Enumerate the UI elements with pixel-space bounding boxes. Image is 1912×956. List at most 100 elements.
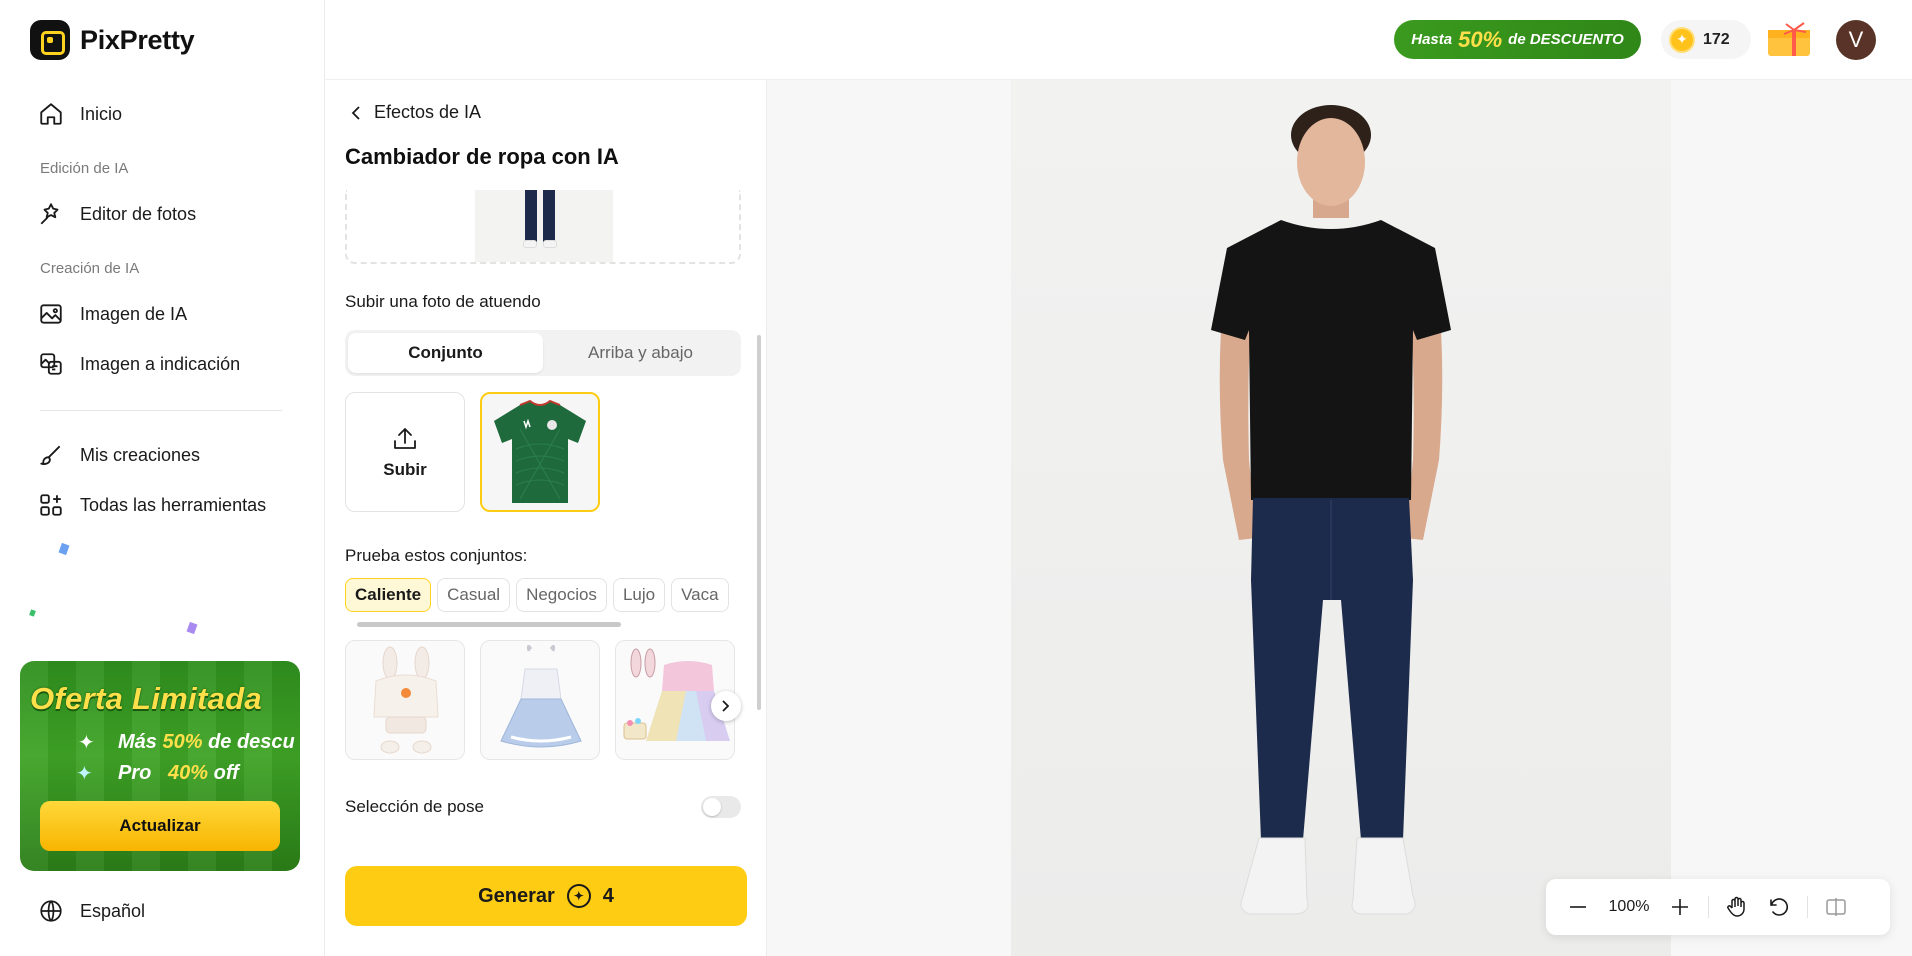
- zoom-toolbar: 100%: [1546, 879, 1890, 935]
- tool-panel: Efectos de IA Cambiador de ropa con IA S…: [325, 80, 767, 956]
- panel-scrollbar[interactable]: [757, 335, 761, 710]
- confetti-decoration: [29, 609, 36, 617]
- model-photo: [1011, 80, 1671, 956]
- image-sparkle-icon: [40, 304, 62, 324]
- compare-icon: [1826, 898, 1846, 916]
- chip-caliente[interactable]: Caliente: [345, 578, 432, 612]
- tab-arriba-y-abajo[interactable]: Arriba y abajo: [543, 333, 738, 373]
- generate-cost: 4: [602, 884, 614, 907]
- try-outfits-label: Prueba estos conjuntos:: [345, 546, 528, 565]
- tab-conjunto[interactable]: Conjunto: [348, 333, 543, 373]
- bunny-outfit-image: [373, 646, 439, 754]
- section-label-create: Creación de IA: [40, 260, 140, 277]
- chevron-left-icon: [351, 105, 360, 120]
- pose-label: Selección de pose: [345, 797, 484, 816]
- chip-negocios[interactable]: Negocios: [516, 578, 607, 612]
- gift-icon[interactable]: [1766, 22, 1812, 58]
- sidebar-item-label: Imagen a indicación: [80, 353, 241, 374]
- sidebar-item-label: Inicio: [80, 103, 123, 124]
- sidebar-divider: [40, 410, 282, 411]
- promo-line-1: Más 50% de descu: [118, 731, 295, 753]
- sparkle-icon: ✦: [76, 763, 93, 785]
- outfit-thumbnail[interactable]: [480, 640, 600, 760]
- promo-banner[interactable]: Oferta Limitada ✦ Más 50% de descu ✦ Pro…: [20, 661, 300, 871]
- discount-prefix: Hasta: [1411, 31, 1453, 48]
- upload-icon: [394, 428, 416, 449]
- sidebar-item-photo-editor[interactable]: Editor de fotos: [38, 201, 196, 227]
- logo-text: PixPretty: [80, 24, 195, 55]
- logo[interactable]: PixPretty: [30, 20, 195, 60]
- image-text-icon: [40, 353, 62, 375]
- blue-dress-image: [500, 644, 582, 748]
- sidebar-item-ai-image[interactable]: Imagen de IA: [38, 301, 187, 327]
- promo-line-2: Pro 40% off: [118, 762, 239, 784]
- toolbar-divider: [1708, 896, 1709, 918]
- sidebar-item-my-creations[interactable]: Mis creaciones: [38, 442, 200, 468]
- sidebar-item-label: Todas las herramientas: [80, 494, 267, 515]
- upload-outfit-button[interactable]: Subir: [345, 392, 465, 512]
- sidebar-item-label: Mis creaciones: [80, 444, 201, 465]
- magic-brush-icon: [40, 203, 59, 225]
- home-icon: [40, 103, 62, 125]
- avatar[interactable]: V: [1836, 20, 1876, 60]
- outfit-mode-toggle: Conjunto Arriba y abajo: [345, 330, 741, 376]
- compare-button[interactable]: [1818, 889, 1854, 925]
- sidebar-item-label: Editor de fotos: [80, 203, 197, 224]
- chip-casual[interactable]: Casual: [437, 578, 511, 612]
- chevron-right-icon: [722, 700, 730, 712]
- sidebar: PixPretty Inicio Edición de IA Editor de…: [0, 0, 325, 956]
- sidebar-item-home[interactable]: Inicio: [38, 101, 122, 127]
- model-figure-image: [1211, 105, 1451, 915]
- chip-lujo[interactable]: Lujo: [612, 578, 666, 612]
- outfit-upload-label: Subir una foto de atuendo: [345, 292, 541, 311]
- pan-tool-button[interactable]: [1719, 889, 1755, 925]
- outfit-thumbnail[interactable]: [345, 640, 465, 760]
- outfit-category-chips: Caliente Casual Negocios Lujo Vaca: [345, 578, 741, 614]
- person-thumbnail: [475, 190, 613, 262]
- sidebar-item-label: Imagen de IA: [80, 303, 188, 324]
- brush-icon: [40, 445, 61, 465]
- pose-selection-row: Selección de pose: [345, 796, 741, 818]
- grid-plus-icon: [40, 494, 62, 516]
- toolbar-divider: [1807, 896, 1808, 918]
- outfits-next-button[interactable]: [711, 691, 741, 721]
- back-link[interactable]: Efectos de IA: [350, 102, 481, 123]
- page-title: Cambiador de ropa con IA: [345, 144, 619, 169]
- zoom-in-button[interactable]: [1662, 889, 1698, 925]
- discount-suffix: de DESCUENTO: [1508, 31, 1624, 48]
- generate-button[interactable]: Generar ✦ 4: [345, 866, 747, 926]
- sparkle-icon: ✦: [78, 732, 95, 754]
- selected-outfit-thumbnail[interactable]: [480, 392, 600, 512]
- promo-title: Oferta Limitada: [30, 681, 262, 716]
- rotate-ccw-icon: [1770, 898, 1789, 916]
- confetti-decoration: [186, 621, 198, 635]
- person-photo-upload[interactable]: [345, 190, 741, 264]
- globe-icon: [40, 900, 62, 922]
- coin-icon: ✦: [1669, 26, 1695, 53]
- chips-scrollbar[interactable]: [357, 622, 621, 627]
- zoom-out-button[interactable]: [1560, 889, 1596, 925]
- minus-icon: [1570, 906, 1586, 908]
- language-selector[interactable]: Español: [38, 898, 145, 924]
- discount-value: 50%: [1458, 26, 1503, 52]
- discount-badge[interactable]: Hasta 50% de DESCUENTO: [1394, 20, 1641, 59]
- pose-toggle[interactable]: [701, 796, 741, 818]
- jersey-image: [494, 399, 586, 503]
- upload-label: Subir: [383, 460, 427, 479]
- logo-icon: [30, 20, 70, 60]
- sidebar-item-all-tools[interactable]: Todas las herramientas: [38, 492, 266, 518]
- language-label: Español: [80, 900, 146, 921]
- plus-icon: [1672, 899, 1688, 915]
- hand-icon: [1727, 896, 1745, 917]
- section-label-edit: Edición de IA: [40, 160, 129, 177]
- coin-icon: ✦: [566, 884, 591, 908]
- chip-vaca[interactable]: Vaca: [671, 578, 729, 612]
- reset-button[interactable]: [1761, 889, 1797, 925]
- generate-label: Generar: [478, 884, 555, 907]
- back-label: Efectos de IA: [374, 102, 482, 122]
- upgrade-button[interactable]: Actualizar: [40, 801, 280, 851]
- zoom-level: 100%: [1608, 898, 1650, 915]
- image-canvas[interactable]: [767, 80, 1912, 956]
- sidebar-item-image-to-prompt[interactable]: Imagen a indicación: [38, 351, 240, 377]
- credits-balance[interactable]: ✦ 172: [1661, 20, 1751, 59]
